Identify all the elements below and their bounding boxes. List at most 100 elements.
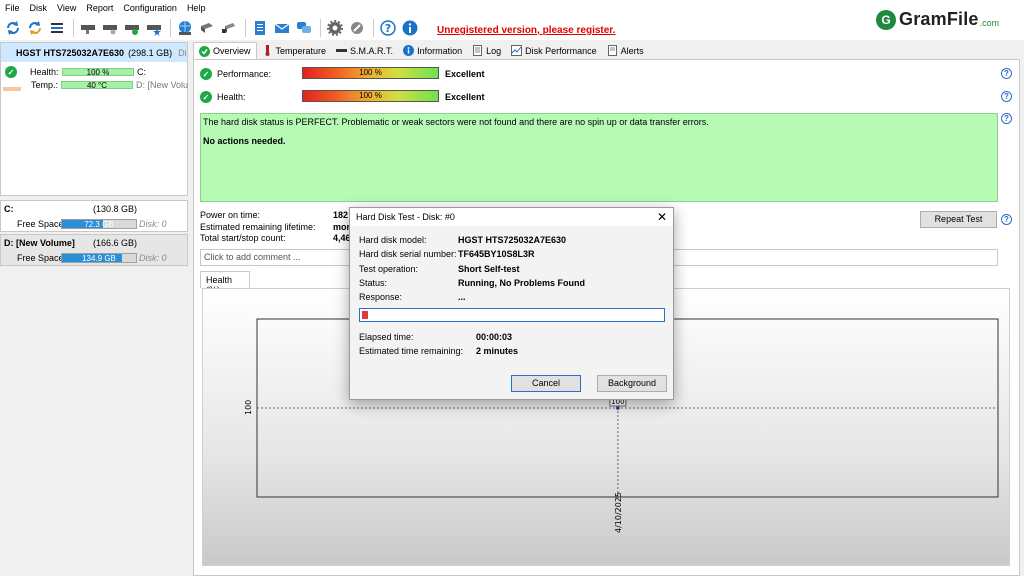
chat-icon[interactable] [294,19,313,38]
status-text: The hard disk status is PERFECT. Problem… [203,117,709,127]
time-remaining-label: Estimated time remaining: [359,346,464,356]
gramfile-logo: G GramFile .com [876,9,999,30]
background-button[interactable]: Background [597,375,667,392]
info-icon[interactable] [400,19,419,38]
wrench-icon[interactable] [347,19,366,38]
health-rating: Excellent [445,92,485,102]
disk-health-bar: 100 % [62,68,134,77]
refresh-icon[interactable] [3,19,22,38]
left-panel: HGST HTS725032A7E630 (298.1 GB) Disk: 0 … [0,42,188,576]
disk-gear-icon[interactable] [78,19,97,38]
help-icon[interactable]: ? [1001,91,1012,102]
list-icon[interactable] [47,19,66,38]
tab-smart[interactable]: S.M.A.R.T. [331,42,398,59]
cancel-button[interactable]: Cancel [511,375,581,392]
disk-export-icon[interactable] [219,19,238,38]
disk-temp-label: Temp.: [31,80,59,90]
health-bar: 100 % [302,90,439,102]
hard-disk-test-dialog: Hard Disk Test - Disk: #0 ✕ Hard disk mo… [349,207,674,400]
disk-star-icon[interactable] [144,19,163,38]
disk-activity-indicator [3,87,21,91]
power-on-value: 182 [333,210,349,220]
power-on-label: Power on time: [200,210,261,220]
help-icon[interactable]: ? [1001,214,1012,225]
tab-information[interactable]: Information [398,42,467,59]
check-icon [199,45,210,57]
status-label: Status: [359,278,388,288]
tab-log[interactable]: Log [467,42,506,59]
disk-network-icon[interactable] [197,19,216,38]
volume-name: C: [4,204,14,214]
chart-y-tick-label: 100 [244,400,253,415]
disk-check-icon[interactable] [122,19,141,38]
disk-icon[interactable] [100,19,119,38]
repeat-test-button[interactable]: Repeat Test [920,211,997,228]
elapsed-value: 00:00:03 [476,332,513,342]
free-space-value: 72.3 GB [84,220,114,229]
operation-label: Test operation: [359,264,419,274]
chart-x-tick-label: 4/10/2025 [614,492,623,533]
chart-icon [511,45,523,56]
disk-vol-c: C: [137,67,146,77]
volume-item-c[interactable]: C: (130.8 GB) Free Space 72.3 GB Disk: 0 [0,200,188,232]
dialog-title: Hard Disk Test - Disk: #0 [356,212,455,222]
toolbar-separator [373,19,374,37]
tab-overview[interactable]: Overview [193,42,257,59]
tab-label: S.M.A.R.T. [350,45,394,56]
operation-value: Short Self-test [458,264,520,274]
volume-size: (130.8 GB) [93,204,138,214]
model-value: HGST HTS725032A7E630 [458,235,567,245]
logo-text: GramFile [899,9,979,29]
volume-item-d[interactable]: D: [New Volume] (166.6 GB) Free Space 13… [0,234,188,266]
thermometer-icon [262,45,273,56]
free-space-label: Free Space [17,253,64,263]
tab-disk-performance[interactable]: Disk Performance [506,42,602,59]
menu-file[interactable]: File [0,3,25,13]
disk-name: HGST HTS725032A7E630 [16,47,125,58]
free-space-label: Free Space [17,219,64,229]
disk-health-label: Health: [30,67,59,77]
start-stop-value: 4,46 [333,233,351,243]
menu-help[interactable]: Help [182,3,211,13]
status-value: Running, No Problems Found [458,278,585,288]
check-icon: ✓ [200,68,212,80]
status-action: No actions needed. [203,136,286,146]
refresh-all-icon[interactable] [25,19,44,38]
notepad-icon[interactable] [250,19,269,38]
performance-row: ✓ Performance: [200,68,303,80]
logo-mark-icon: G [876,9,896,30]
disk-item-header[interactable]: HGST HTS725032A7E630 (298.1 GB) Disk: 0 [1,43,187,62]
performance-bar: 100 % [302,67,439,79]
mail-icon[interactable] [272,19,291,38]
health-row: ✓ Health: [200,91,303,103]
serial-label: Hard disk serial number: [359,249,457,259]
menu-report[interactable]: Report [81,3,118,13]
unregistered-link[interactable]: Unregistered version, please register. [437,25,615,36]
performance-rating: Excellent [445,69,485,79]
disk-health-row: ✓ Health: 100 % C: [5,66,146,78]
help-icon[interactable]: ? [1001,68,1012,79]
tab-temperature[interactable]: Temperature [257,42,332,59]
tab-label: Information [417,45,463,56]
close-icon[interactable]: ✕ [657,210,667,224]
gear-icon[interactable] [325,19,344,38]
tab-health-chart[interactable]: Health (%) [200,271,250,295]
volume-disk: Disk: 0 [139,219,167,229]
menu-disk[interactable]: Disk [25,3,53,13]
check-icon: ✓ [5,66,17,78]
disk-temp-row: Temp.: 40 °C D: [New Volu [31,80,188,90]
toolbar-separator [170,19,171,37]
help-icon[interactable]: ? [1001,113,1012,124]
disk-size: (298.1 GB) [128,47,173,58]
tab-label: Overview [213,46,251,56]
menu-view[interactable]: View [52,3,81,13]
tab-alerts[interactable]: Alerts [602,42,649,59]
menu-configuration[interactable]: Configuration [118,3,182,13]
tab-label: Temperature [275,45,327,56]
remaining-lifetime-value: mor [333,222,351,232]
help-icon[interactable]: ? [378,19,397,38]
chart-data-point [616,406,620,410]
free-space-value: 134.9 GB [82,254,116,263]
logo-suffix: .com [979,17,1000,28]
globe-icon[interactable] [175,19,194,38]
